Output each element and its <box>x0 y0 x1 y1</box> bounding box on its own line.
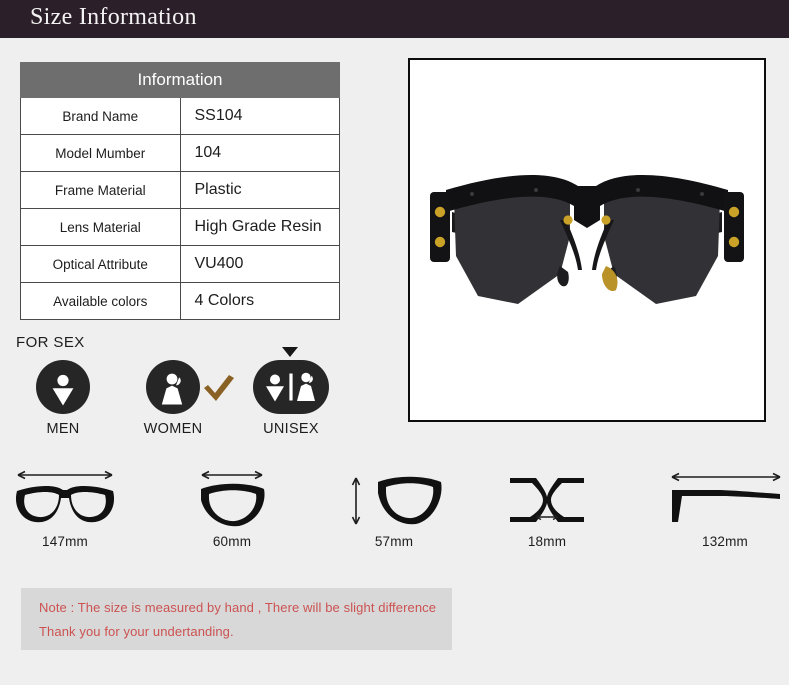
table-row: Brand Name SS104 <box>20 97 340 135</box>
check-mark-icon <box>202 374 236 404</box>
for-sex-label: FOR SEX <box>16 334 85 351</box>
temple-length-icon <box>645 462 789 534</box>
measurement-frame-total-width: 147mm <box>0 462 145 549</box>
row-value-brand-name: SS104 <box>179 97 340 135</box>
measurements-row: 147mm 60mm 57mm 18mm 132mm <box>0 462 789 562</box>
measurement-label: 60mm <box>212 534 252 549</box>
measurement-lens-height: 57mm <box>314 462 474 549</box>
row-value-lens-material: High Grade Resin <box>179 208 340 246</box>
measurement-bridge-width: 18mm <box>467 462 627 549</box>
table-row: Lens Material High Grade Resin <box>20 208 340 246</box>
row-key-available-colors: Available colors <box>20 282 181 320</box>
measurement-label: 57mm <box>374 534 414 549</box>
measurement-label: 18mm <box>527 534 567 549</box>
table-header-label: Information <box>20 62 340 98</box>
for-sex-caption-women: WOMEN <box>143 421 203 437</box>
table-row: Model Mumber 104 <box>20 134 340 172</box>
row-key-brand-name: Brand Name <box>20 97 181 135</box>
size-information-page: Size Information Information Brand Name … <box>0 0 789 685</box>
lens-width-icon <box>152 462 312 534</box>
male-figure-icon <box>36 360 90 414</box>
table-row: Frame Material Plastic <box>20 171 340 209</box>
frame-total-width-icon <box>0 462 145 534</box>
row-key-model-number: Model Mumber <box>20 134 181 172</box>
row-value-model-number: 104 <box>179 134 340 172</box>
note-line-2: Thank you for your undertanding. <box>39 624 234 639</box>
row-key-frame-material: Frame Material <box>20 171 181 209</box>
for-sex-caption-men: MEN <box>46 421 80 437</box>
table-row: Optical Attribute VU400 <box>20 245 340 283</box>
sunglasses-product-photo <box>408 58 766 422</box>
row-value-available-colors: 4 Colors <box>179 282 340 320</box>
for-sex-option-men[interactable]: MEN <box>20 360 106 437</box>
triangle-down-pointer-icon <box>282 347 298 357</box>
note-line-1: Note : The size is measured by hand , Th… <box>39 600 437 615</box>
female-figure-icon <box>146 360 200 414</box>
measurement-lens-width: 60mm <box>152 462 312 549</box>
table-header-row: Information <box>20 62 340 98</box>
page-header-bar: Size Information <box>0 0 789 38</box>
note-box: Note : The size is measured by hand , Th… <box>21 588 452 650</box>
for-sex-caption-unisex: UNISEX <box>263 421 319 437</box>
row-key-optical-attribute: Optical Attribute <box>20 245 181 283</box>
bridge-width-icon <box>467 462 627 534</box>
for-sex-option-unisex[interactable]: UNISEX <box>248 360 334 437</box>
measurement-label: 147mm <box>41 534 88 549</box>
unisex-figures-icon <box>253 360 329 414</box>
row-value-frame-material: Plastic <box>179 171 340 209</box>
table-row: Available colors 4 Colors <box>20 282 340 320</box>
lens-height-icon <box>314 462 474 534</box>
page-title: Size Information <box>30 4 197 30</box>
information-table: Information Brand Name SS104 Model Mumbe… <box>20 62 340 320</box>
for-sex-options: MEN WOMEN UNISEX <box>16 347 346 442</box>
measurement-temple-length: 132mm <box>645 462 789 549</box>
row-key-lens-material: Lens Material <box>20 208 181 246</box>
measurement-label: 132mm <box>701 534 748 549</box>
row-value-optical-attribute: VU400 <box>179 245 340 283</box>
